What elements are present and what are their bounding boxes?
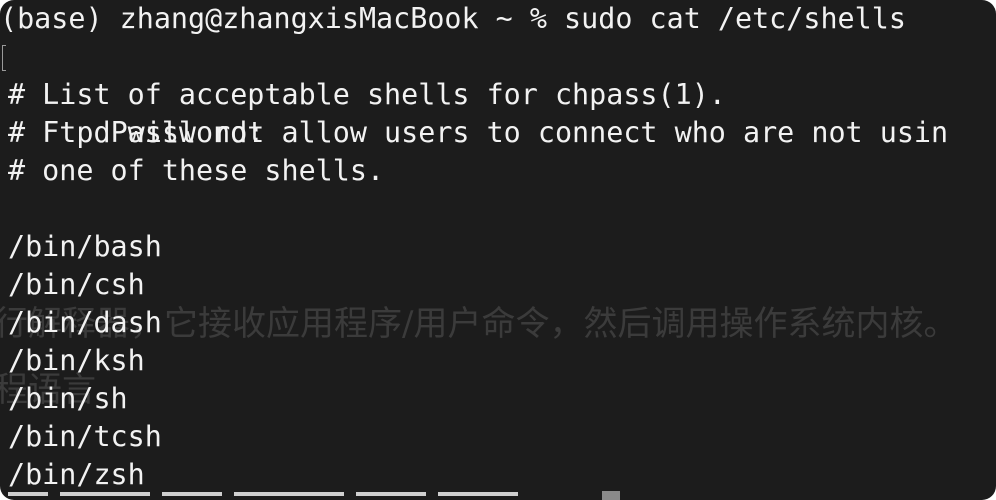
shell-path: /bin/dash (8, 306, 162, 339)
selection-marker-icon (2, 45, 6, 71)
output-line-blank (8, 190, 996, 228)
prompt-line: (base) zhang@zhangxisMacBook ~ % sudo ca… (0, 2, 906, 35)
shell-path: /bin/zsh (8, 458, 145, 491)
shell-path: /bin/csh (8, 268, 145, 301)
password-prompt: Password: (2, 38, 996, 149)
output-line: # Ftpd will not allow users to connect w… (8, 116, 949, 149)
output-line: # one of these shells. (8, 154, 385, 187)
shell-path: /bin/tcsh (8, 420, 162, 453)
shell-path: /bin/sh (8, 382, 128, 415)
shell-path: /bin/bash (8, 230, 162, 263)
text-cursor[interactable] (602, 491, 620, 500)
shell-path: /bin/ksh (8, 344, 145, 377)
output-line: # List of acceptable shells for chpass(1… (8, 78, 726, 111)
next-prompt-partial (8, 492, 608, 500)
terminal-window[interactable]: 行解释器，它接收应用程序/用户命令，然后调用操作系统内核。 程语言 (base)… (0, 0, 996, 500)
terminal-output: (base) zhang@zhangxisMacBook ~ % sudo ca… (0, 0, 996, 494)
